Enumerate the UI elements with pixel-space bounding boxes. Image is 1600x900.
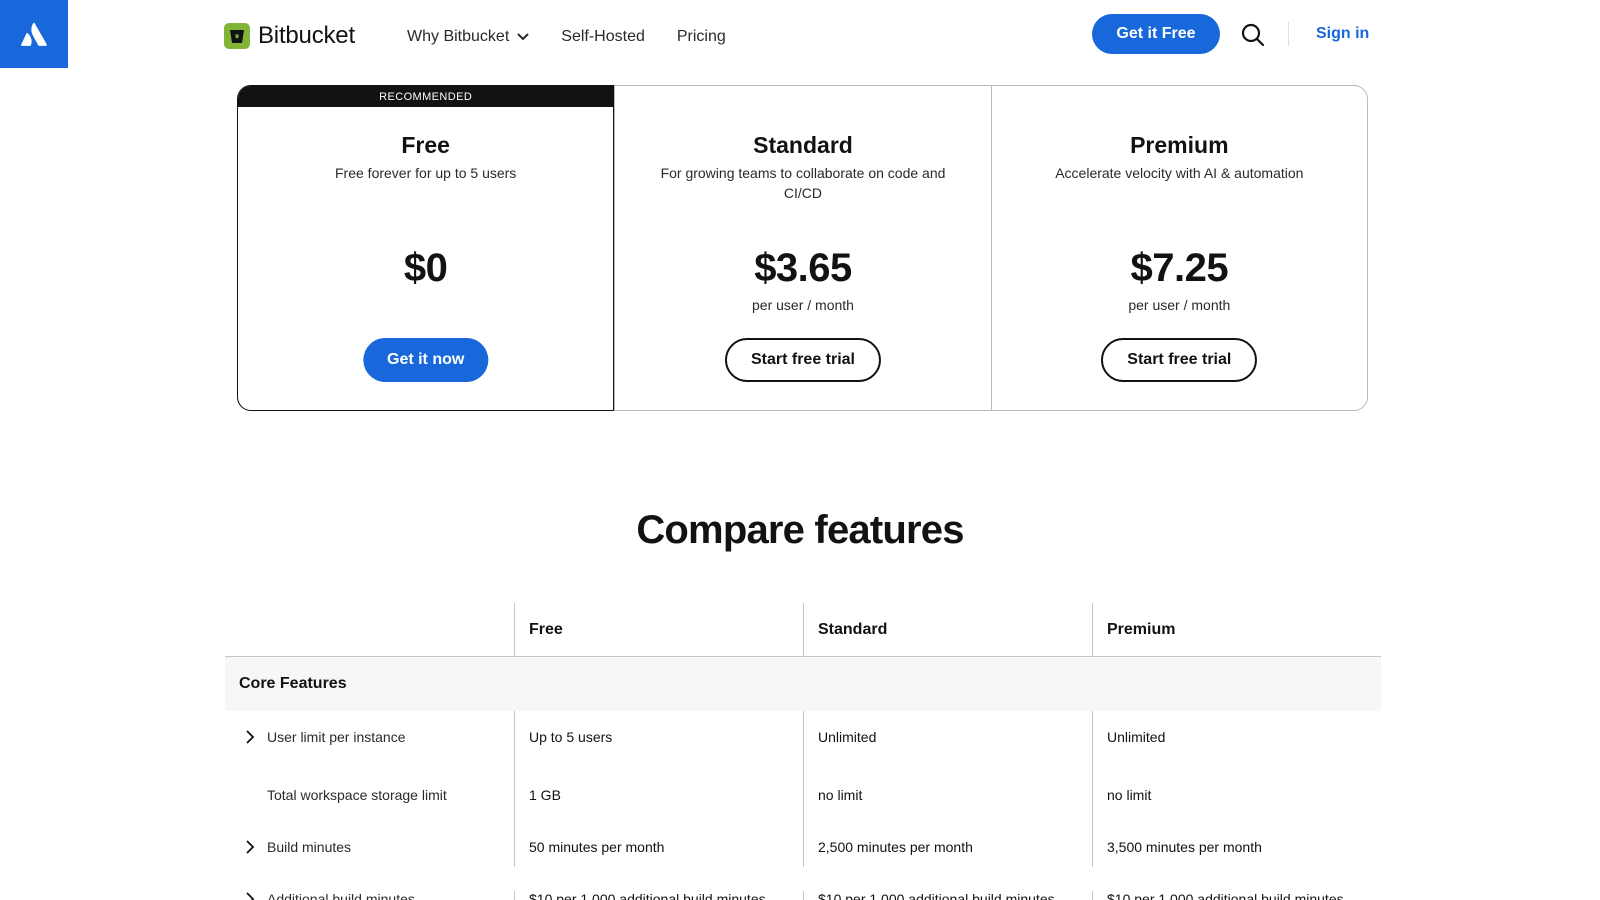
cell-free: 50 minutes per month — [514, 827, 803, 867]
table-row: Additional build minutes $10 per 1,000 a… — [225, 867, 1381, 900]
sign-in-link[interactable]: Sign in — [1316, 25, 1369, 43]
brand-name: Bitbucket — [258, 22, 355, 49]
get-it-now-button[interactable]: Get it now — [362, 338, 489, 382]
nav-self-hosted[interactable]: Self-Hosted — [561, 28, 645, 46]
cell-premium: 3,500 minutes per month — [1092, 827, 1381, 867]
chevron-right-icon — [246, 892, 255, 900]
atlassian-logo-icon — [21, 22, 47, 46]
pricing-plans: RECOMMENDED Free Free forever for up to … — [237, 85, 1368, 411]
atlassian-logo[interactable] — [0, 0, 68, 68]
plan-description: For growing teams to collaborate on code… — [660, 165, 946, 201]
column-header-premium: Premium — [1092, 603, 1381, 656]
nav-self-hosted-label: Self-Hosted — [561, 28, 645, 45]
recommended-badge: RECOMMENDED — [238, 86, 614, 107]
nav-why-bitbucket-label: Why Bitbucket — [407, 28, 510, 45]
section-core-features: Core Features — [225, 657, 1381, 711]
chevron-right-icon — [246, 730, 255, 744]
table-row: Total workspace storage limit 1 GB no li… — [225, 763, 1381, 827]
cell-standard: no limit — [803, 763, 1092, 827]
plan-price-unit: per user / month — [752, 297, 854, 313]
plan-description: Accelerate velocity with AI & automation — [1055, 165, 1304, 181]
compare-table: Free Standard Premium Core Features User… — [225, 603, 1381, 900]
get-it-free-button[interactable]: Get it Free — [1092, 14, 1220, 54]
main-nav: Why Bitbucket Self-Hosted Pricing — [407, 28, 726, 46]
plan-card-standard: Standard For growing teams to collaborat… — [614, 86, 990, 410]
search-icon[interactable] — [1240, 22, 1266, 48]
column-header-free: Free — [514, 603, 803, 656]
row-label-text: Additional build minutes — [267, 891, 415, 900]
nav-pricing-label: Pricing — [676, 28, 726, 45]
cell-standard: Unlimited — [803, 711, 1092, 763]
plan-name: Free — [401, 132, 450, 158]
cell-free: 1 GB — [514, 763, 803, 827]
bitbucket-logo-icon — [224, 23, 250, 49]
table-row: User limit per instance Up to 5 users Un… — [225, 711, 1381, 763]
plan-price: $7.25 — [1130, 246, 1229, 290]
plan-price-unit: per user / month — [1128, 297, 1231, 313]
cell-premium: no limit — [1092, 763, 1381, 827]
cell-standard: $10 per 1,000 additional build minutes — [803, 891, 1092, 900]
row-label-text: Total workspace storage limit — [267, 787, 447, 803]
plan-card-premium: Premium Accelerate velocity with AI & au… — [990, 86, 1367, 410]
column-header-standard: Standard — [803, 603, 1092, 656]
row-label[interactable]: Build minutes — [225, 827, 514, 867]
cell-free: $10 per 1,000 additional build minutes — [514, 891, 803, 900]
brand-logo[interactable]: Bitbucket — [224, 22, 355, 50]
compare-features-title: Compare features — [636, 508, 964, 552]
start-free-trial-premium-button[interactable]: Start free trial — [1101, 338, 1258, 382]
chevron-right-icon — [246, 840, 255, 854]
plan-card-free: RECOMMENDED Free Free forever for up to … — [237, 85, 615, 411]
plan-price: $0 — [403, 246, 448, 290]
start-free-trial-standard-button[interactable]: Start free trial — [724, 338, 882, 382]
cell-free: Up to 5 users — [514, 711, 803, 763]
table-row: Build minutes 50 minutes per month 2,500… — [225, 827, 1381, 867]
plan-name: Standard — [753, 132, 853, 158]
cell-standard: 2,500 minutes per month — [803, 827, 1092, 867]
row-label[interactable]: User limit per instance — [225, 711, 514, 763]
header-divider — [1288, 22, 1289, 46]
nav-why-bitbucket[interactable]: Why Bitbucket — [407, 28, 529, 46]
plan-price: $3.65 — [754, 246, 852, 290]
row-label-text: User limit per instance — [267, 729, 406, 745]
table-header-spacer — [225, 603, 514, 656]
nav-pricing[interactable]: Pricing — [677, 28, 726, 46]
row-label-text: Build minutes — [267, 839, 352, 855]
chevron-down-icon — [517, 33, 529, 41]
plan-description: Free forever for up to 5 users — [335, 165, 517, 181]
plan-name: Premium — [1130, 132, 1229, 158]
row-label: Total workspace storage limit — [225, 763, 514, 827]
cell-premium: Unlimited — [1092, 711, 1381, 763]
table-header: Free Standard Premium — [225, 603, 1381, 657]
row-label[interactable]: Additional build minutes — [225, 891, 514, 900]
cell-premium: $10 per 1,000 additional build minutes — [1092, 891, 1381, 900]
